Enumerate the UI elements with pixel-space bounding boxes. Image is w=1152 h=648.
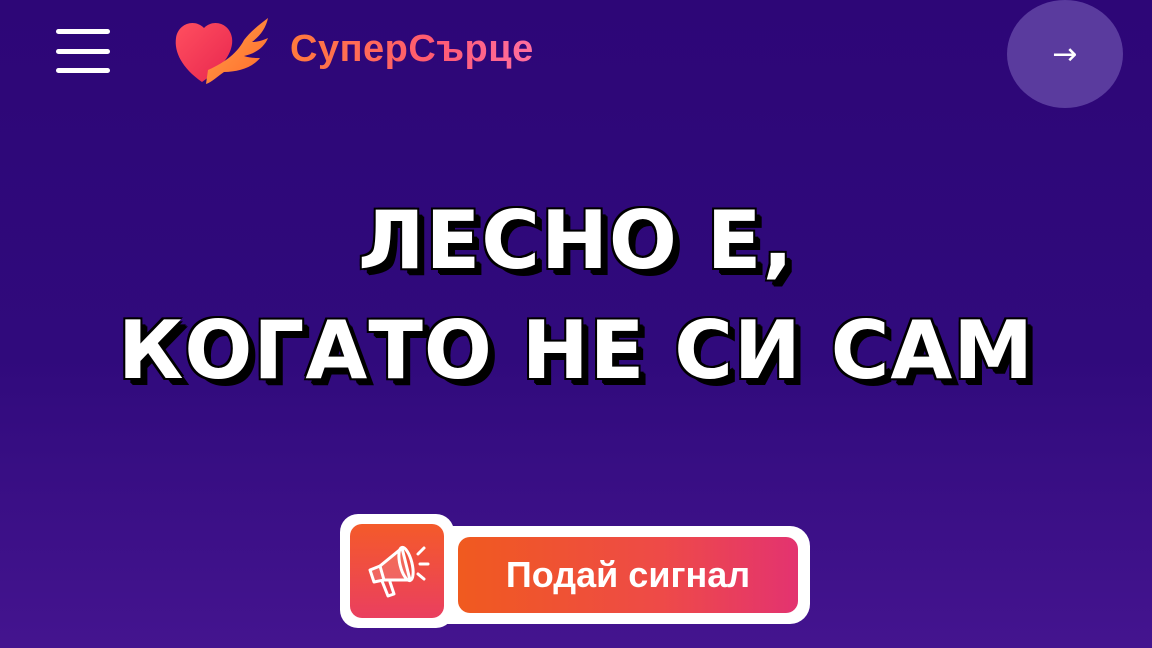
winged-heart-icon: [175, 18, 268, 84]
hero-line-2: КОГАТО НЕ СИ САМ: [118, 304, 1034, 397]
logo[interactable]: СуперСърце: [172, 12, 534, 86]
cta-icon-box: [340, 514, 454, 628]
menu-bar: [56, 68, 110, 73]
menu-bar: [56, 48, 110, 54]
logo-text: СуперСърце: [290, 27, 534, 70]
cta-label: Подай сигнал: [505, 554, 751, 595]
cta-icon-inner: [350, 524, 444, 618]
cta-pill: Подай сигнал: [428, 526, 810, 624]
menu-bar: [56, 29, 110, 34]
arrow-right-icon: →: [1052, 36, 1078, 72]
hero-headline: ЛЕСНО Е, КОГАТО НЕ СИ САМ: [0, 186, 1152, 406]
hero-line-1: ЛЕСНО Е,: [358, 194, 794, 287]
megaphone-icon: [368, 545, 430, 598]
arrow-right-button[interactable]: →: [1007, 0, 1123, 108]
hamburger-menu-icon[interactable]: [56, 29, 110, 73]
report-signal-button[interactable]: Подай сигнал: [340, 514, 810, 628]
cta-label-box: Подай сигнал: [458, 537, 798, 613]
